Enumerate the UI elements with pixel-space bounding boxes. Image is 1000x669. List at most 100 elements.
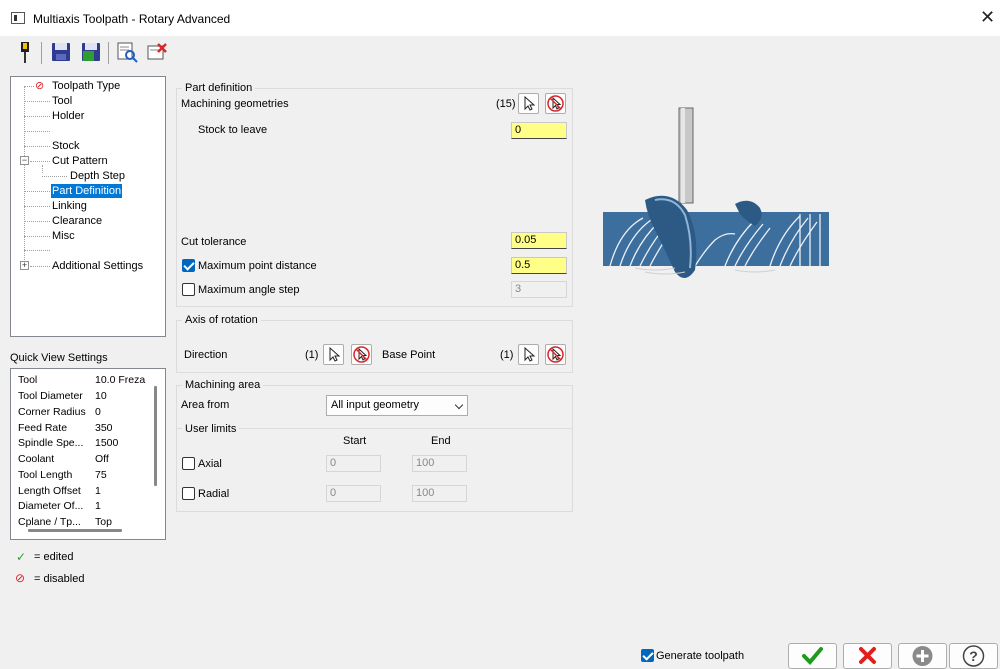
tree-item-blank[interactable] bbox=[51, 124, 53, 138]
base-point-count: (1) bbox=[500, 349, 514, 361]
clear-geometry-button[interactable] bbox=[545, 93, 566, 114]
qv-row: Corner Radius 0 bbox=[18, 406, 101, 418]
tree-item-holder[interactable]: Holder bbox=[51, 109, 85, 123]
clear-selection-icon bbox=[353, 346, 370, 363]
legend-disabled: = disabled bbox=[34, 573, 85, 585]
cut-tolerance-label: Cut tolerance bbox=[181, 236, 247, 248]
start-header: Start bbox=[343, 435, 367, 447]
axis-of-rotation-title: Axis of rotation bbox=[182, 314, 261, 326]
user-limits-title: User limits bbox=[182, 423, 240, 435]
cut-tolerance-field[interactable]: 0.05 bbox=[511, 232, 567, 249]
save-green-icon[interactable] bbox=[80, 40, 102, 64]
qv-row: Diameter Of... 1 bbox=[18, 500, 101, 512]
close-icon[interactable]: ✕ bbox=[980, 8, 995, 26]
disabled-icon: ⊘ bbox=[15, 571, 26, 585]
part-definition-title: Part definition bbox=[182, 82, 256, 94]
area-from-select[interactable]: All input geometry bbox=[326, 395, 468, 416]
max-angle-step-checkbox[interactable] bbox=[182, 283, 195, 296]
qv-row: Spindle Spe... 1500 bbox=[18, 437, 119, 449]
vertical-scrollbar[interactable] bbox=[154, 386, 157, 486]
select-base-point-button[interactable] bbox=[518, 344, 539, 365]
qv-row: Cplane / Tp... Top bbox=[18, 516, 112, 528]
machining-geometries-label: Machining geometries bbox=[181, 98, 289, 110]
clear-base-point-button[interactable] bbox=[545, 344, 566, 365]
radial-start-field[interactable]: 0 bbox=[326, 485, 381, 502]
collapse-icon[interactable]: − bbox=[20, 156, 29, 165]
edited-check-icon: ✓ bbox=[16, 550, 27, 564]
window-title: Multiaxis Toolpath - Rotary Advanced bbox=[33, 12, 231, 26]
area-from-label: Area from bbox=[181, 399, 230, 411]
clear-direction-button[interactable] bbox=[351, 344, 372, 365]
tree-item-depth-step[interactable]: Depth Step bbox=[69, 169, 126, 183]
tree-item-stock[interactable]: Stock bbox=[51, 139, 81, 153]
cursor-icon bbox=[524, 95, 536, 111]
axis-of-rotation-group bbox=[176, 320, 573, 373]
quick-view-list[interactable]: Tool 10.0 Freza Tool Diameter 10 Corner Ra… bbox=[10, 368, 166, 540]
cursor-icon bbox=[329, 346, 341, 362]
tree-item-blank-2[interactable] bbox=[51, 243, 53, 257]
cursor-icon bbox=[524, 346, 536, 362]
max-point-distance-checkbox[interactable] bbox=[182, 259, 195, 272]
axial-start-field[interactable]: 0 bbox=[326, 455, 381, 472]
help-button[interactable]: ? bbox=[949, 643, 998, 669]
clear-selection-icon bbox=[547, 95, 564, 112]
tree-item-clearance[interactable]: Clearance bbox=[51, 214, 103, 228]
qv-row: Tool 10.0 Freza bbox=[18, 374, 146, 386]
base-point-label: Base Point bbox=[382, 349, 436, 361]
direction-count: (1) bbox=[305, 349, 319, 361]
delete-icon[interactable] bbox=[146, 40, 168, 64]
stock-to-leave-label: Stock to leave bbox=[198, 124, 268, 136]
end-header: End bbox=[431, 435, 451, 447]
part-definition-group bbox=[176, 88, 573, 307]
radial-label: Radial bbox=[198, 488, 230, 500]
tree-item-tool[interactable]: Tool bbox=[51, 94, 73, 108]
save-icon[interactable] bbox=[50, 40, 72, 64]
tree-item-misc[interactable]: Misc bbox=[51, 229, 76, 243]
machining-area-title: Machining area bbox=[182, 379, 264, 391]
tree-item-toolpath-type[interactable]: Toolpath Type bbox=[51, 79, 121, 93]
tree-item-additional-settings[interactable]: Additional Settings bbox=[51, 259, 144, 273]
geometry-count: (15) bbox=[496, 98, 516, 110]
select-geometry-button[interactable] bbox=[518, 93, 539, 114]
cancel-button[interactable] bbox=[843, 643, 892, 669]
clear-selection-icon bbox=[547, 346, 564, 363]
axial-checkbox[interactable] bbox=[182, 457, 195, 470]
generate-toolpath-checkbox[interactable] bbox=[641, 649, 654, 662]
expand-icon[interactable]: + bbox=[20, 261, 29, 270]
axial-label: Axial bbox=[198, 458, 222, 470]
qv-row: Feed Rate 350 bbox=[18, 422, 113, 434]
stock-to-leave-field[interactable]: 0 bbox=[511, 122, 567, 139]
help-icon: ? bbox=[962, 645, 985, 667]
max-point-distance-label: Maximum point distance bbox=[198, 260, 317, 272]
ok-button[interactable] bbox=[788, 643, 837, 669]
svg-text:?: ? bbox=[969, 648, 978, 664]
max-angle-step-field[interactable]: 3 bbox=[511, 281, 567, 298]
quick-view-title: Quick View Settings bbox=[10, 352, 108, 364]
disabled-icon: ⊘ bbox=[35, 80, 45, 92]
qv-row: Tool Diameter 10 bbox=[18, 390, 107, 402]
max-angle-step-label: Maximum angle step bbox=[198, 284, 300, 296]
direction-label: Direction bbox=[184, 349, 228, 361]
horizontal-scrollbar[interactable] bbox=[28, 529, 122, 532]
preview-icon[interactable] bbox=[116, 40, 138, 64]
area-from-value: All input geometry bbox=[331, 399, 420, 411]
tree-item-cut-pattern[interactable]: Cut Pattern bbox=[51, 154, 109, 168]
plus-icon bbox=[912, 646, 933, 666]
select-direction-button[interactable] bbox=[323, 344, 344, 365]
app-icon bbox=[11, 12, 25, 24]
radial-checkbox[interactable] bbox=[182, 487, 195, 500]
tree-item-part-definition[interactable]: Part Definition bbox=[51, 184, 123, 198]
qv-row: Length Offset 1 bbox=[18, 485, 101, 497]
close-icon bbox=[859, 647, 876, 664]
add-button[interactable] bbox=[898, 643, 947, 669]
tool-lamp-icon[interactable] bbox=[14, 40, 36, 64]
tree-item-linking[interactable]: Linking bbox=[51, 199, 88, 213]
axial-end-field[interactable]: 100 bbox=[412, 455, 467, 472]
max-point-distance-field[interactable]: 0.5 bbox=[511, 257, 567, 274]
qv-row: Tool Length 75 bbox=[18, 469, 107, 481]
settings-tree: ⊘ Toolpath Type Tool Holder Stock − Cut … bbox=[10, 76, 166, 337]
title-bar: Multiaxis Toolpath - Rotary Advanced ✕ bbox=[0, 0, 1000, 36]
radial-end-field[interactable]: 100 bbox=[412, 485, 467, 502]
generate-toolpath-label: Generate toolpath bbox=[656, 650, 745, 662]
chevron-down-icon bbox=[454, 400, 464, 410]
